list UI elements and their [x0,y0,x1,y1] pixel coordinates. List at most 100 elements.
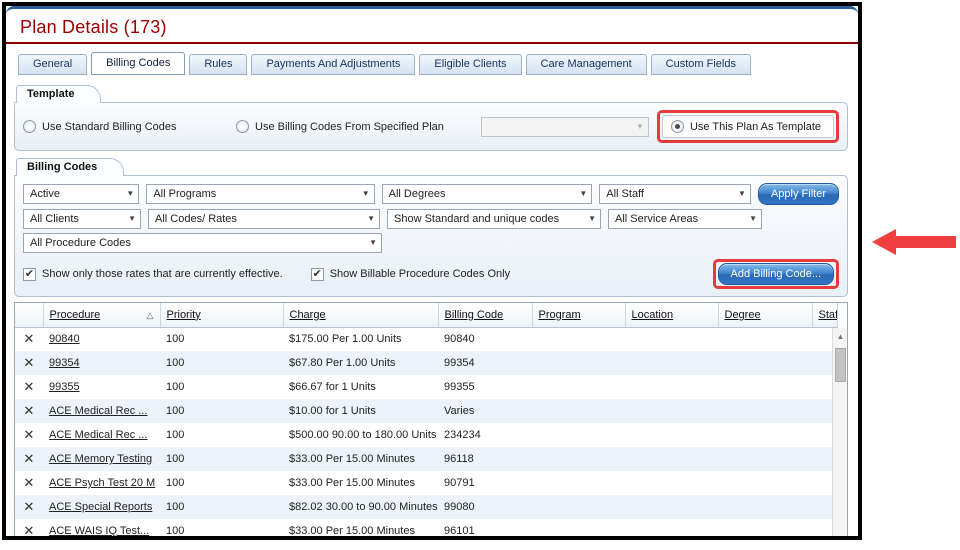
procedure-link[interactable]: ACE Memory Testing [49,453,152,465]
procedure-link[interactable]: ACE Medical Rec ... [49,405,147,417]
degrees-filter-value: All Degrees [388,188,446,200]
checkbox-currently-effective[interactable]: ✔ Show only those rates that are current… [23,267,283,281]
apply-filter-button[interactable]: Apply Filter [757,183,839,205]
billing-code-cell: 90791 [444,477,475,489]
degree-cell [718,471,812,495]
procedure-link[interactable]: ACE Medical Rec ... [49,429,147,441]
plan-details-window: Plan Details (173) General Billing Codes… [2,2,862,540]
procedure-link[interactable]: ACE WAIS IQ Test... [49,525,149,536]
window-content: Plan Details (173) General Billing Codes… [6,6,858,536]
programs-filter-value: All Programs [153,188,217,200]
staff-filter-value: All Staff [606,188,644,200]
procedure-cell: 90840 [43,327,160,351]
delete-row-icon[interactable]: ✕ [15,327,43,351]
radio-icon [236,120,249,133]
degree-cell [718,327,812,351]
delete-row-icon[interactable]: ✕ [15,495,43,519]
degrees-filter-select[interactable]: All Degrees ▼ [381,184,593,204]
code-type-filter-select[interactable]: Show Standard and unique codes ▼ [387,209,601,229]
clients-filter-select[interactable]: All Clients ▼ [23,209,141,229]
col-location[interactable]: Location [625,303,719,328]
chevron-down-icon: ▼ [749,214,757,223]
procedure-codes-filter-select[interactable]: All Procedure Codes ▼ [23,233,382,253]
tab-eligible-clients[interactable]: Eligible Clients [419,54,522,75]
radio-use-this-plan-as-template[interactable]: Use This Plan As Template [661,115,834,138]
col-priority[interactable]: Priority [160,303,284,328]
delete-row-icon[interactable]: ✕ [15,399,43,423]
page-title: Plan Details (173) [20,17,167,37]
table-row: ✕ ACE Memory Testing 100 $33.00 Per 15.0… [15,447,837,471]
billing-code-cell: 234234 [444,429,481,441]
radio-use-standard-billing-codes[interactable]: Use Standard Billing Codes [23,120,236,133]
charge-cell: $33.00 Per 15.00 Minutes [289,477,415,489]
codes-rates-filter-select[interactable]: All Codes/ Rates ▼ [148,209,380,229]
procedure-cell: ACE WAIS IQ Test... [43,519,160,536]
procedure-link[interactable]: ACE Psych Test 20 M [49,477,155,489]
table-row: ✕ ACE Medical Rec ... 100 $10.00 for 1 U… [15,399,837,423]
programs-filter-select[interactable]: All Programs ▼ [146,184,375,204]
service-areas-filter-select[interactable]: All Service Areas ▼ [608,209,762,229]
delete-row-icon[interactable]: ✕ [15,447,43,471]
tab-payments-and-adjustments[interactable]: Payments And Adjustments [251,54,416,75]
vertical-scrollbar[interactable]: ▲ ▼ [832,328,847,536]
delete-row-icon[interactable]: ✕ [15,471,43,495]
col-billing-code[interactable]: Billing Code [438,303,533,328]
code-type-filter-value: Show Standard and unique codes [394,213,560,225]
tab-custom-fields[interactable]: Custom Fields [650,54,751,75]
table-row: ✕ ACE Psych Test 20 M 100 $33.00 Per 15.… [15,471,837,495]
degree-cell [718,399,812,423]
tab-rules[interactable]: Rules [189,54,248,75]
procedure-link[interactable]: 99354 [49,357,80,369]
billing-code-cell: 96101 [444,525,475,536]
procedure-cell: ACE Medical Rec ... [43,399,160,423]
location-cell [625,327,718,351]
billing-codes-table: Procedure △ Priority Charge Billing Code … [14,302,848,536]
status-filter-select[interactable]: Active ▼ [23,184,140,204]
annotation-highlight-use-this-plan: Use This Plan As Template [656,110,839,143]
tab-general[interactable]: General [18,54,88,75]
col-charge[interactable]: Charge [283,303,439,328]
tab-billing-codes[interactable]: Billing Codes [91,52,186,75]
codes-rates-filter-value: All Codes/ Rates [155,213,237,225]
filter-row-3: All Procedure Codes ▼ [23,233,839,253]
checkbox-checked-icon: ✔ [23,267,36,281]
checkbox-billable-only[interactable]: ✔ Show Billable Procedure Codes Only [310,267,510,281]
priority-cell: 100 [166,333,185,346]
procedure-link[interactable]: ACE Special Reports [49,501,152,513]
col-program[interactable]: Program [532,303,626,328]
location-cell [625,423,718,447]
table-row: ✕ 90840 100 $175.00 Per 1.00 Units 90840 [15,327,837,351]
tab-care-management[interactable]: Care Management [525,54,647,75]
scroll-up-icon[interactable]: ▲ [833,330,847,344]
radio-label: Use Billing Codes From Specified Plan [255,120,444,133]
staff-filter-select[interactable]: All Staff ▼ [599,184,751,204]
add-billing-code-button[interactable]: Add Billing Code... [717,263,834,285]
filter-row-1: Active ▼ All Programs ▼ All Degrees ▼ Al… [23,183,839,205]
billing-codes-section: Billing Codes Active ▼ All Programs ▼ Al… [14,156,848,297]
chevron-down-icon: ▼ [636,121,644,131]
col-procedure[interactable]: Procedure △ [43,303,161,328]
procedure-link[interactable]: 90840 [49,333,80,345]
radio-use-billing-codes-from-specified-plan[interactable]: Use Billing Codes From Specified Plan [236,120,444,133]
procedure-link[interactable]: 99355 [49,381,80,393]
radio-icon [23,120,36,133]
filter-row-2: All Clients ▼ All Codes/ Rates ▼ Show St… [23,209,839,229]
delete-row-icon[interactable]: ✕ [15,375,43,399]
col-degree[interactable]: Degree [718,303,813,328]
charge-cell: $33.00 Per 15.00 Minutes [289,525,415,536]
col-label: Billing Code [444,308,504,321]
location-cell [625,495,718,519]
delete-row-icon[interactable]: ✕ [15,519,43,536]
priority-cell: 100 [166,525,185,536]
charge-cell: $67.80 Per 1.00 Units [283,351,438,375]
vertical-scroll-thumb[interactable] [835,348,846,382]
billing-code-cell: 99355 [444,381,475,393]
status-filter-value: Active [30,188,60,200]
table-row: ✕ 99355 100 $66.67 for 1 Units 99355 [15,375,837,399]
col-staff[interactable]: Staf [812,303,838,328]
delete-row-icon[interactable]: ✕ [15,351,43,375]
screenshot-page: Plan Details (173) General Billing Codes… [0,0,960,550]
program-cell [532,375,625,399]
radio-selected-icon [670,120,684,133]
delete-row-icon[interactable]: ✕ [15,423,43,447]
